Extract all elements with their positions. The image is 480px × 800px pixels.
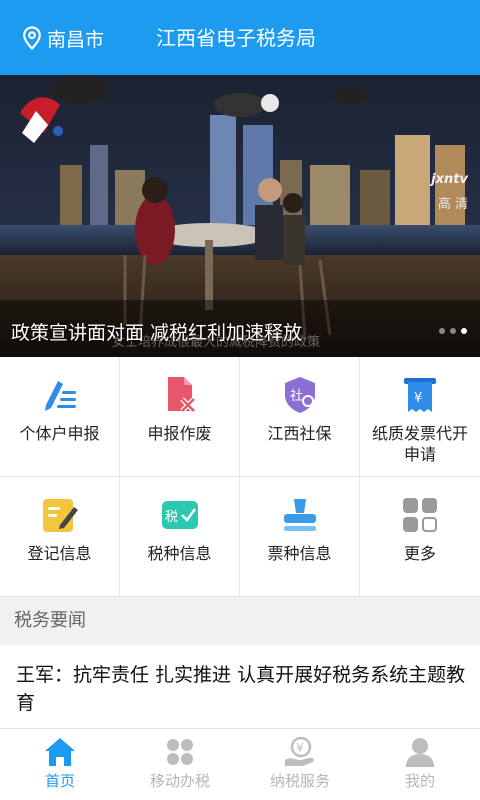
service-declaration-void[interactable]: 申报作废	[120, 357, 240, 477]
service-label: 税种信息	[147, 544, 212, 563]
tab-me[interactable]: 我的	[360, 729, 480, 800]
service-label: 票种信息	[267, 544, 332, 563]
service-tax-type-info[interactable]: 税 税种信息	[120, 477, 240, 597]
banner-image	[0, 75, 480, 357]
carousel-indicator	[439, 328, 467, 334]
svg-text:¥: ¥	[296, 741, 304, 755]
carousel-dot[interactable]	[450, 328, 456, 334]
tab-label: 首页	[44, 772, 75, 790]
apps-icon	[167, 739, 193, 765]
banner-carousel[interactable]: jxntv 高 清	[0, 75, 480, 357]
section-title: 税务要闻	[0, 597, 480, 645]
svg-text:社: 社	[290, 388, 303, 404]
tab-mobile-tax[interactable]: 移动办税	[120, 729, 240, 800]
page-title: 江西省电子税务局	[156, 26, 316, 50]
service-invoice-type-info[interactable]: 票种信息	[240, 477, 360, 597]
svg-text:¥: ¥	[414, 391, 422, 406]
tax-type-check-icon: 税	[161, 501, 198, 529]
bottom-tab-bar: 首页 移动办税 ¥ 纳税服务 我的	[0, 728, 480, 800]
service-grid: 个体户申报 申报作废 社 江西社保 ¥ 纸质发票代开申请 登记信息 税 税种信息…	[0, 357, 480, 597]
location-label: 南昌市	[47, 28, 105, 51]
tab-label: 移动办税	[149, 772, 210, 790]
service-paper-invoice[interactable]: ¥ 纸质发票代开申请	[360, 357, 480, 477]
service-label: 个体户申报	[19, 424, 100, 443]
svg-text:税: 税	[165, 510, 178, 525]
user-icon	[406, 738, 434, 767]
service-yen-icon: ¥	[285, 736, 314, 766]
service-registration-info[interactable]: 登记信息	[0, 477, 120, 597]
service-label: 更多	[403, 544, 436, 563]
news-title: 王军：抗牢责任 扎实推进 认真开展好税务系统主题教育	[16, 664, 466, 714]
tv-logo-text: jxntv	[431, 172, 468, 187]
service-jiangxi-social-security[interactable]: 社 江西社保	[240, 357, 360, 477]
service-individual-declaration[interactable]: 个体户申报	[0, 357, 120, 477]
more-grid-icon	[403, 498, 437, 532]
top-bar: 南昌市 江西省电子税务局	[0, 0, 480, 75]
location-pin-icon	[23, 26, 41, 50]
carousel-dot[interactable]	[439, 328, 445, 334]
invoice-yen-icon: ¥	[404, 378, 436, 412]
tab-label: 纳税服务	[269, 772, 330, 790]
service-label: 江西社保	[267, 424, 332, 443]
tab-label: 我的	[404, 772, 435, 790]
tab-home[interactable]: 首页	[0, 729, 120, 800]
pen-list-icon	[44, 381, 76, 411]
location-selector[interactable]: 南昌市	[22, 24, 104, 52]
service-label: 申报作废	[147, 424, 212, 443]
tv-logo-sub: 高 清	[437, 197, 468, 212]
document-cancel-icon	[167, 377, 196, 413]
service-label: 纸质发票代开申请	[372, 424, 469, 464]
service-label: 登记信息	[27, 544, 92, 563]
social-security-shield-icon: 社	[284, 377, 316, 413]
carousel-dot-active[interactable]	[461, 328, 467, 334]
stamp-icon	[283, 499, 316, 531]
news-item[interactable]: 王军：抗牢责任 扎实推进 认真开展好税务系统主题教育	[16, 661, 466, 717]
banner-caption: 政策宣讲面对面 减税红利加速释放	[11, 322, 303, 344]
tab-tax-service[interactable]: ¥ 纳税服务	[240, 729, 360, 800]
tv-logo: jxntv 高 清	[431, 172, 468, 212]
service-more[interactable]: 更多	[360, 477, 480, 597]
home-icon	[45, 738, 75, 766]
registration-edit-icon	[42, 499, 78, 532]
